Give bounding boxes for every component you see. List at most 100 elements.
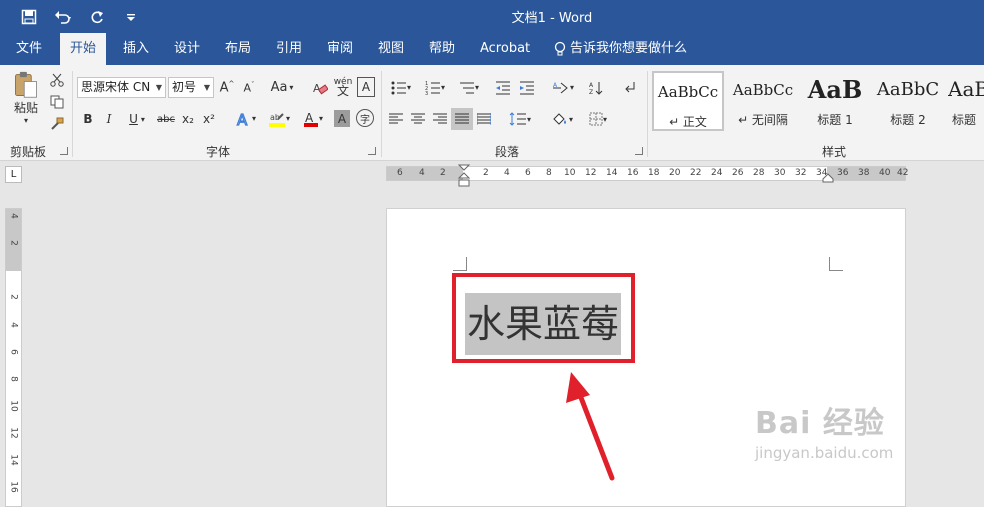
sort-button[interactable]: AZ: [588, 77, 604, 98]
tab-file[interactable]: 文件: [6, 33, 52, 65]
style-normal[interactable]: AaBbCc ↵ 正文: [652, 71, 724, 131]
font-group-label: 字体: [206, 145, 231, 159]
tell-me-text: 告诉我你想要做什么: [570, 41, 688, 56]
ruler-tick: 42: [897, 168, 909, 178]
enclose-char-label: 字: [360, 114, 370, 126]
chevron-down-icon: ▼: [203, 83, 210, 92]
enclose-characters-button[interactable]: A: [357, 77, 375, 97]
style-title[interactable]: AaB 标题: [944, 71, 984, 131]
cut-button[interactable]: [48, 71, 66, 89]
justify-button[interactable]: [451, 108, 473, 130]
margin-corner-marker: [829, 257, 843, 271]
decrease-indent-button[interactable]: [493, 77, 513, 98]
asian-layout-button[interactable]: A ▾: [548, 77, 578, 98]
style-heading-2[interactable]: AaBbC 标题 2: [872, 71, 944, 131]
paint-bucket-icon: [553, 113, 566, 125]
ruler-tick: 12: [8, 427, 19, 439]
multilevel-list-button[interactable]: ▾: [454, 77, 484, 98]
styles-group-label: 样式: [822, 145, 847, 159]
font-color-button[interactable]: A ▾: [298, 108, 328, 129]
grow-font-button[interactable]: A^: [218, 77, 236, 98]
distributed-button[interactable]: [475, 109, 493, 129]
indent-marker-icon[interactable]: [458, 164, 470, 189]
paragraph-launcher-icon[interactable]: [635, 147, 643, 155]
tab-home[interactable]: 开始: [60, 33, 107, 65]
highlight-color-button[interactable]: ab ▾: [264, 108, 294, 129]
text-effects-button[interactable]: A ▾: [232, 108, 260, 129]
bullets-button[interactable]: ▾: [386, 77, 416, 98]
enclose-char-button[interactable]: 字: [356, 109, 374, 127]
ruler-tick: 10: [564, 168, 576, 178]
right-indent-marker-icon[interactable]: [822, 173, 834, 183]
borders-button[interactable]: ▾: [582, 109, 614, 129]
align-center-button[interactable]: [409, 109, 427, 129]
copy-button[interactable]: [48, 93, 66, 111]
ruler-tick: 14: [606, 168, 618, 178]
horizontal-ruler[interactable]: 6 4 2 2 4 6 8 10 12 14 16 18 20 22 24 26…: [386, 164, 909, 187]
ruler-tick: 32: [795, 168, 807, 178]
strikethrough-button[interactable]: abc: [155, 109, 177, 129]
tell-me-box[interactable]: 告诉我你想要做什么: [544, 33, 697, 65]
document-page[interactable]: 水果蓝莓: [386, 208, 906, 507]
shading-button[interactable]: ▾: [546, 109, 578, 129]
distributed-icon: [477, 113, 491, 125]
numbering-button[interactable]: 123 ▾: [420, 77, 450, 98]
tab-help[interactable]: 帮助: [419, 33, 465, 65]
style-no-spacing[interactable]: AaBbCc ↵ 无间隔: [727, 71, 799, 131]
clear-formatting-button[interactable]: A: [310, 77, 330, 98]
shrink-font-button[interactable]: Aˇ: [240, 77, 258, 98]
font-launcher-icon[interactable]: [368, 147, 376, 155]
lightbulb-icon: [554, 41, 566, 56]
ruler-tick: 38: [858, 168, 870, 178]
italic-button[interactable]: I: [101, 109, 117, 129]
ruler-tab-selector[interactable]: L: [5, 166, 22, 183]
align-left-button[interactable]: [387, 109, 405, 129]
format-painter-button[interactable]: [48, 115, 66, 133]
line-spacing-button[interactable]: ▾: [504, 109, 536, 129]
character-shading-button[interactable]: A: [334, 110, 350, 127]
tab-layout[interactable]: 布局: [215, 33, 261, 65]
window-title: 文档1 - Word: [511, 11, 593, 26]
style-sample: AaBbCc: [657, 83, 719, 101]
ruler-tick: 4: [8, 322, 19, 328]
font-name-select[interactable]: 思源宋体 CN ▼: [77, 77, 166, 98]
align-right-button[interactable]: [431, 109, 449, 129]
ruler-tick: 4: [419, 168, 425, 178]
chevron-down-icon: ▾: [289, 83, 294, 92]
align-left-icon: [389, 113, 403, 124]
tab-references[interactable]: 引用: [266, 33, 312, 65]
divider: [72, 71, 73, 157]
style-sample: AaB: [948, 77, 984, 101]
paste-button[interactable]: 粘贴 ▾: [8, 71, 44, 125]
font-size-select[interactable]: 初号 ▼: [168, 77, 214, 98]
ruler-tick: 10: [8, 400, 19, 412]
svg-text:3: 3: [425, 91, 428, 95]
tab-review[interactable]: 审阅: [317, 33, 363, 65]
ruler-tick: 40: [879, 168, 891, 178]
tab-view[interactable]: 视图: [368, 33, 414, 65]
phonetic-guide-button[interactable]: wén 文: [333, 75, 353, 99]
tab-design[interactable]: 设计: [164, 33, 210, 65]
borders-icon: [589, 112, 603, 126]
vertical-ruler[interactable]: 4 2 2 4 6 8 10 12 14 16: [5, 208, 22, 507]
subscript-button[interactable]: x₂: [180, 109, 196, 129]
clipboard-launcher-icon[interactable]: [60, 147, 68, 155]
ruler-tick: 16: [8, 481, 19, 493]
show-marks-button[interactable]: [622, 77, 638, 98]
bold-button[interactable]: B: [80, 109, 96, 129]
brush-icon: [51, 117, 64, 130]
char-border-label: A: [361, 80, 371, 94]
decrease-indent-icon: [496, 81, 510, 94]
tab-insert[interactable]: 插入: [113, 33, 159, 65]
underline-button[interactable]: U ▾: [123, 109, 151, 129]
increase-indent-button[interactable]: [517, 77, 537, 98]
align-center-icon: [411, 113, 425, 124]
superscript-button[interactable]: x²: [201, 109, 217, 129]
ruler-tick: 30: [774, 168, 786, 178]
change-case-button[interactable]: Aa ▾: [266, 77, 298, 98]
style-heading-1[interactable]: AaB 标题 1: [799, 71, 871, 131]
numbering-icon: 123: [425, 81, 440, 95]
tab-acrobat[interactable]: Acrobat: [470, 33, 540, 65]
style-name: 标题 2: [890, 113, 926, 127]
superscript-label: x²: [203, 112, 215, 126]
